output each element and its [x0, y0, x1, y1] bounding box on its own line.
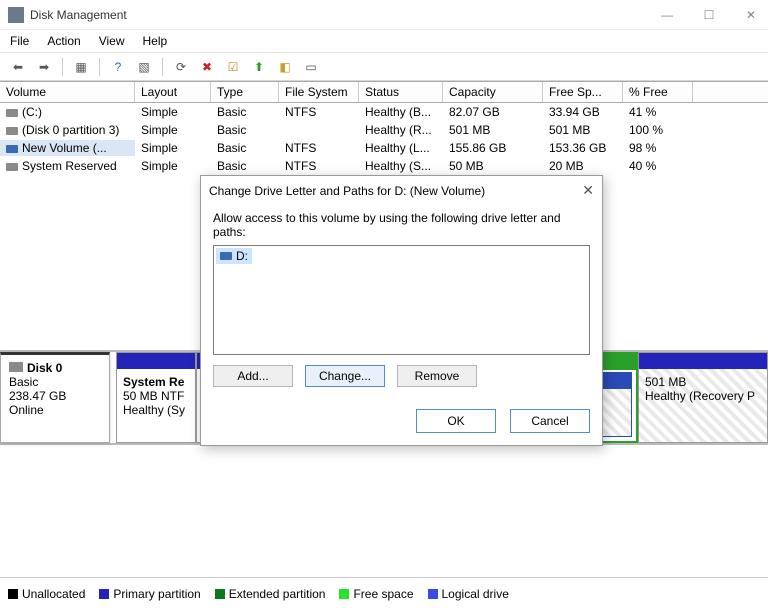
menu-file[interactable]: File	[10, 34, 29, 48]
col-layout[interactable]: Layout	[135, 82, 211, 102]
menu-action[interactable]: Action	[47, 34, 80, 48]
disk-size: 238.47 GB	[9, 389, 101, 403]
col-status[interactable]: Status	[359, 82, 443, 102]
help-icon[interactable]: ?	[108, 57, 128, 77]
maximize-button[interactable]: ☐	[700, 8, 718, 22]
volume-icon	[6, 163, 18, 171]
col-capacity[interactable]: Capacity	[443, 82, 543, 102]
volume-icon	[6, 145, 18, 153]
window-title: Disk Management	[30, 8, 127, 22]
dialog-title: Change Drive Letter and Paths for D: (Ne…	[209, 184, 485, 198]
ok-button[interactable]: OK	[416, 409, 496, 433]
swatch-free	[339, 589, 349, 599]
col-filesystem[interactable]: File System	[279, 82, 359, 102]
swatch-logical	[428, 589, 438, 599]
drive-paths-list[interactable]: D:	[213, 245, 590, 355]
change-drive-letter-dialog: Change Drive Letter and Paths for D: (Ne…	[200, 175, 603, 446]
disk-info-panel[interactable]: Disk 0 Basic 238.47 GB Online	[0, 352, 110, 443]
disk-icon	[9, 362, 23, 372]
app-icon	[8, 7, 24, 23]
dialog-message: Allow access to this volume by using the…	[213, 211, 590, 239]
table-row[interactable]: New Volume (... Simple Basic NTFS Health…	[0, 139, 768, 157]
titlebar: Disk Management — ☐ ✕	[0, 0, 768, 30]
table-row[interactable]: (C:) Simple Basic NTFS Healthy (B... 82.…	[0, 103, 768, 121]
col-type[interactable]: Type	[211, 82, 279, 102]
action-icon[interactable]: ◧	[275, 57, 295, 77]
minimize-button[interactable]: —	[658, 8, 676, 22]
swatch-extended	[215, 589, 225, 599]
table-row[interactable]: (Disk 0 partition 3) Simple Basic Health…	[0, 121, 768, 139]
volume-icon	[6, 109, 18, 117]
toolbar: ⬅ ➡ ▦ ? ▧ ⟳ ✖ ☑ ⬆ ◧ ▭	[0, 53, 768, 81]
delete-icon[interactable]: ✖	[197, 57, 217, 77]
menu-help[interactable]: Help	[143, 34, 168, 48]
table-header: Volume Layout Type File System Status Ca…	[0, 81, 768, 103]
col-pctfree[interactable]: % Free	[623, 82, 693, 102]
view-icon[interactable]: ▦	[71, 57, 91, 77]
col-freespace[interactable]: Free Sp...	[543, 82, 623, 102]
refresh-icon[interactable]: ⟳	[171, 57, 191, 77]
volume-list: (C:) Simple Basic NTFS Healthy (B... 82.…	[0, 103, 768, 175]
swatch-primary	[99, 589, 109, 599]
volume-icon	[6, 127, 18, 135]
back-icon[interactable]: ⬅	[8, 57, 28, 77]
disk-type: Basic	[9, 375, 101, 389]
disk-state: Online	[9, 403, 101, 417]
cancel-button[interactable]: Cancel	[510, 409, 590, 433]
change-button[interactable]: Change...	[305, 365, 385, 387]
list-item[interactable]: D:	[216, 248, 252, 264]
menu-view[interactable]: View	[99, 34, 125, 48]
dialog-close-icon[interactable]: ✕	[582, 182, 594, 199]
add-button[interactable]: Add...	[213, 365, 293, 387]
close-button[interactable]: ✕	[742, 8, 760, 22]
props-icon[interactable]: ▭	[301, 57, 321, 77]
remove-button[interactable]: Remove	[397, 365, 477, 387]
partition-system[interactable]: System Re 50 MB NTF Healthy (Sy	[116, 352, 196, 443]
col-volume[interactable]: Volume	[0, 82, 135, 102]
drive-icon	[220, 252, 232, 260]
table-row[interactable]: System Reserved Simple Basic NTFS Health…	[0, 157, 768, 175]
settings-icon[interactable]: ▧	[134, 57, 154, 77]
forward-icon[interactable]: ➡	[34, 57, 54, 77]
menubar: File Action View Help	[0, 30, 768, 53]
check-icon[interactable]: ☑	[223, 57, 243, 77]
legend: Unallocated Primary partition Extended p…	[0, 577, 768, 609]
up-icon[interactable]: ⬆	[249, 57, 269, 77]
disk-name: Disk 0	[27, 361, 62, 375]
partition-recovery[interactable]: 501 MB Healthy (Recovery P	[638, 352, 768, 443]
swatch-unallocated	[8, 589, 18, 599]
